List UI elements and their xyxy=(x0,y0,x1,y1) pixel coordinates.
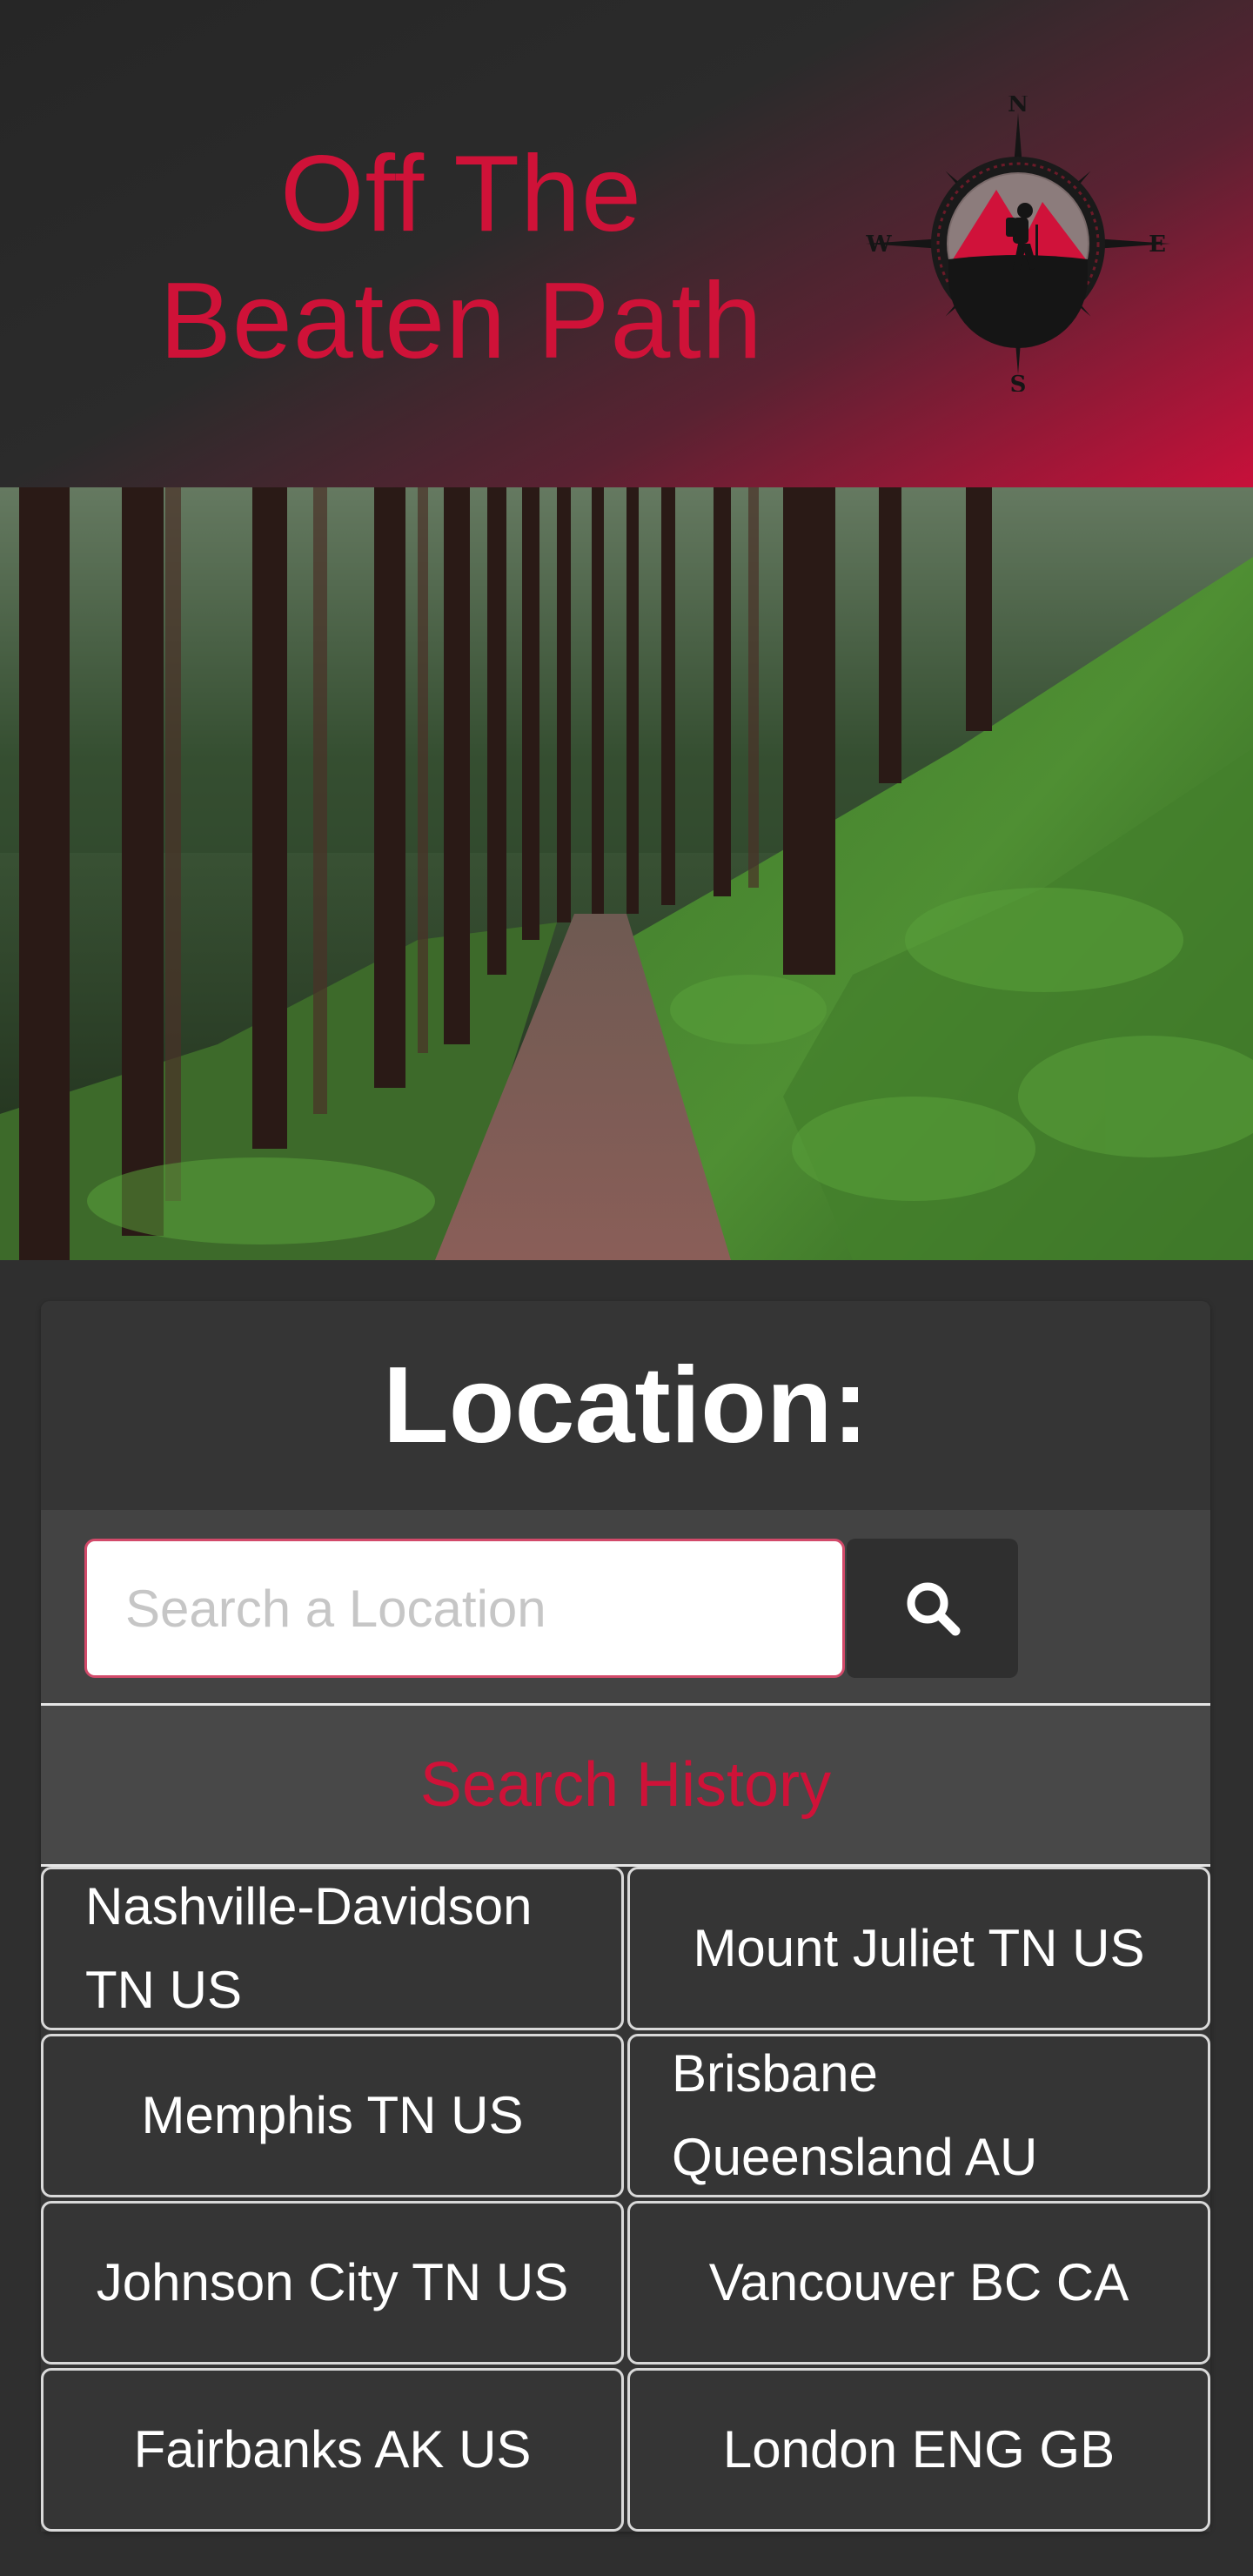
search-history-heading: Search History xyxy=(41,1706,1210,1867)
svg-text:W: W xyxy=(865,231,892,258)
history-item-london[interactable]: London ENG GB xyxy=(627,2368,1210,2532)
history-item-fairbanks[interactable]: Fairbanks AK US xyxy=(41,2368,624,2532)
forest-trail-image xyxy=(0,487,1253,1260)
history-item-memphis[interactable]: Memphis TN US xyxy=(41,2034,624,2197)
site-header: Off The Beaten Path N S W E xyxy=(0,0,1253,487)
svg-text:E: E xyxy=(1149,231,1166,258)
history-item-nashville[interactable]: Nashville-Davidson TN US xyxy=(41,1867,624,2030)
search-button[interactable] xyxy=(847,1539,1018,1678)
svg-text:S: S xyxy=(1010,372,1027,392)
site-title-line-2: Beaten Path xyxy=(159,261,763,381)
site-title-line-1: Off The xyxy=(280,134,642,254)
history-item-johnson-city[interactable]: Johnson City TN US xyxy=(41,2201,624,2365)
history-item-brisbane[interactable]: Brisbane Queensland AU xyxy=(627,2034,1210,2197)
search-icon xyxy=(907,1582,960,1636)
search-input[interactable] xyxy=(84,1539,845,1678)
site-title[interactable]: Off The Beaten Path xyxy=(0,131,922,385)
search-history-list: Nashville-Davidson TN US Mount Juliet TN… xyxy=(41,1867,1210,2532)
svg-text:N: N xyxy=(1008,96,1029,117)
location-title: Location: xyxy=(41,1301,1210,1510)
search-bar xyxy=(41,1510,1210,1706)
history-item-vancouver[interactable]: Vancouver BC CA xyxy=(627,2201,1210,2365)
compass-hiker-logo-icon[interactable]: N S W E xyxy=(848,96,1188,392)
history-item-mount-juliet[interactable]: Mount Juliet TN US xyxy=(627,1867,1210,2030)
location-card: Location: Search History Nashville-David… xyxy=(41,1301,1210,2532)
